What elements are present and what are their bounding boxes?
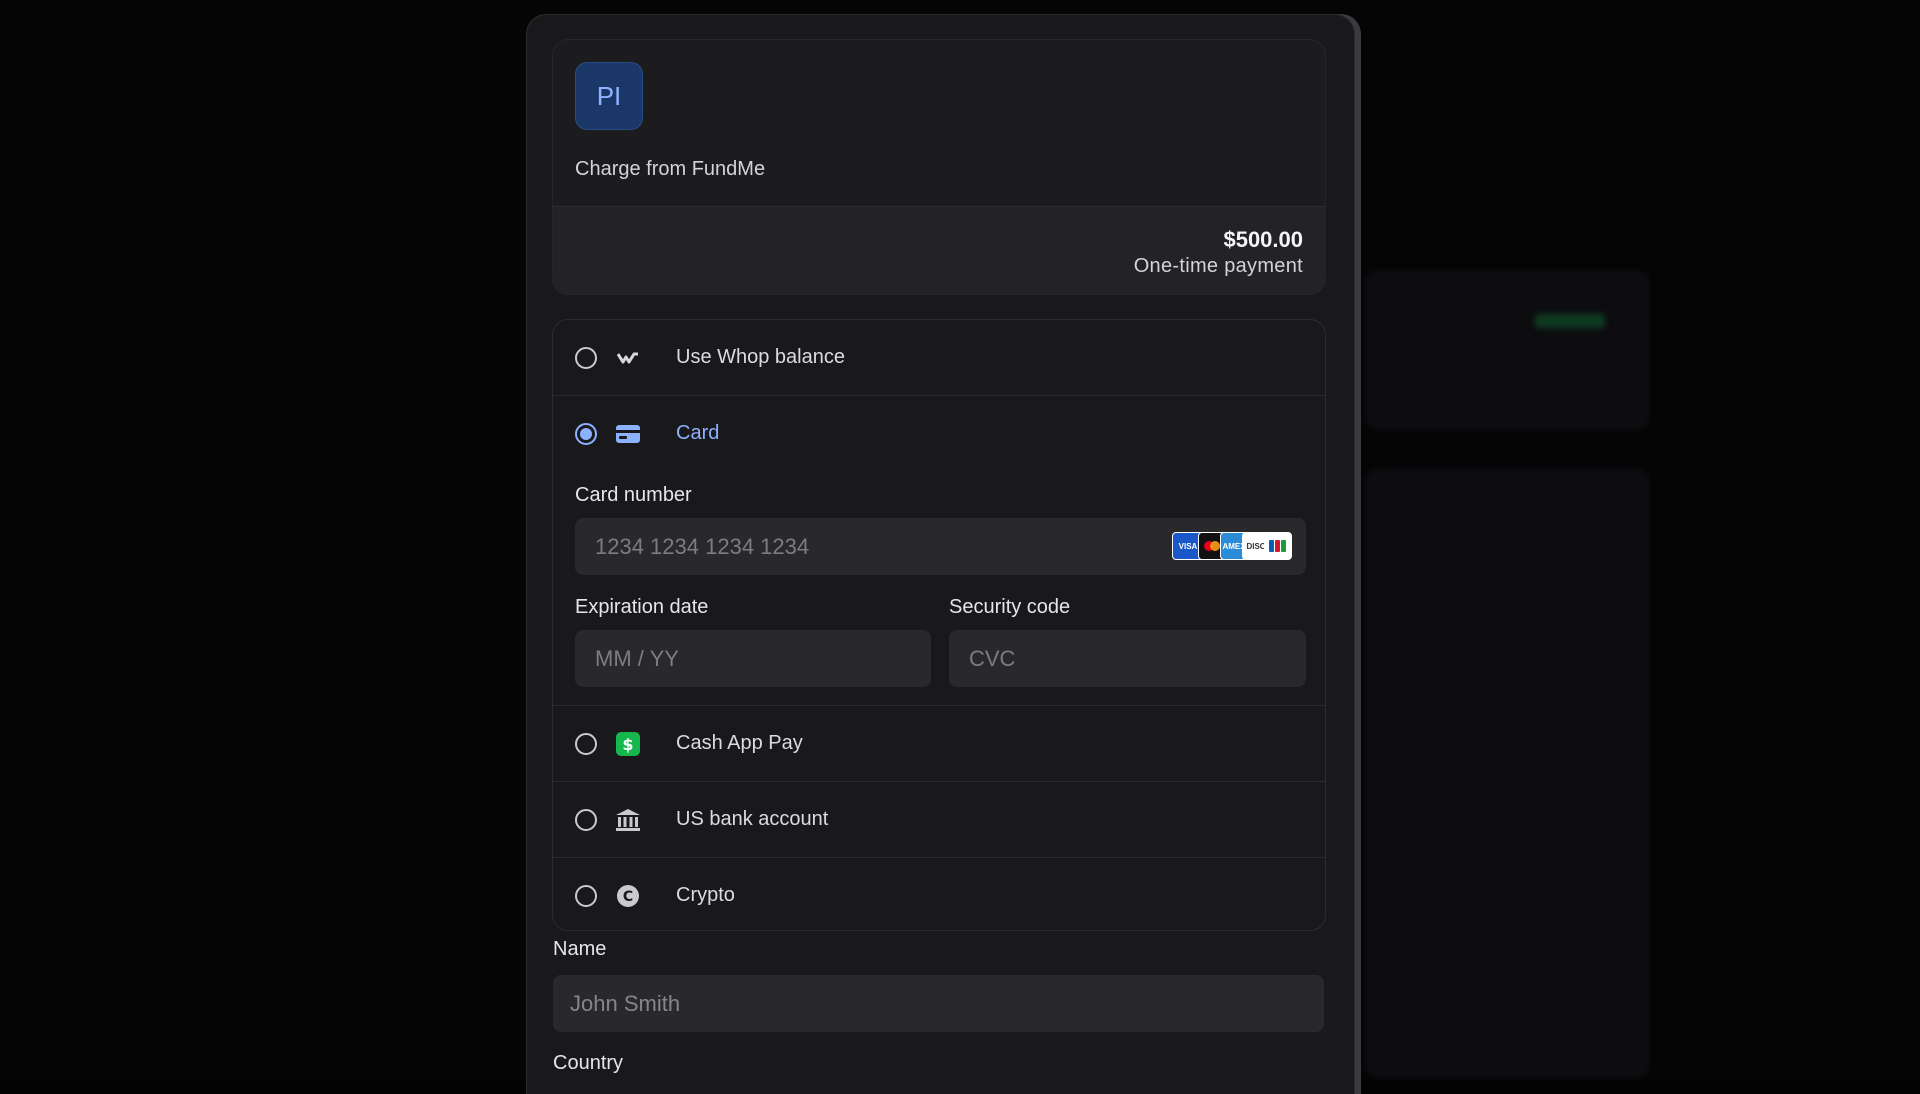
charge-description: Charge from FundMe <box>575 158 765 181</box>
svg-text:$: $ <box>622 735 633 754</box>
name-input[interactable]: John Smith <box>553 975 1324 1032</box>
card-form: Card number 1234 1234 1234 1234 VISA AME… <box>553 396 1325 706</box>
card-number-label: Card number <box>575 484 692 507</box>
crypto-label: Crypto <box>676 884 735 907</box>
method-whop-balance[interactable]: Use Whop balance <box>553 320 1325 396</box>
card-number-input[interactable]: 1234 1234 1234 1234 VISA AMEX DISC <box>575 518 1306 575</box>
checkout-modal: PI Charge from FundMe $500.00 One-time p… <box>526 14 1355 1094</box>
crypto-coin-icon: C <box>615 883 641 909</box>
country-label: Country <box>553 1052 623 1075</box>
us-bank-radio[interactable] <box>575 809 597 831</box>
card-number-placeholder: 1234 1234 1234 1234 <box>595 534 809 559</box>
svg-text:C: C <box>623 889 633 905</box>
cash-app-label: Cash App Pay <box>676 732 803 755</box>
expiry-label: Expiration date <box>575 596 708 619</box>
expiry-input[interactable]: MM / YY <box>575 630 931 687</box>
whop-balance-radio[interactable] <box>575 347 597 369</box>
cash-app-radio[interactable] <box>575 733 597 755</box>
card-brands: VISA AMEX DISC <box>1172 532 1292 560</box>
background-panel <box>1365 270 1650 430</box>
method-cash-app[interactable]: $ Cash App Pay <box>553 706 1325 782</box>
jcb-logo-icon <box>1264 532 1292 560</box>
whop-logo-icon <box>615 345 641 371</box>
security-code-label: Security code <box>949 596 1070 619</box>
price-amount: $500.00 <box>1223 227 1303 253</box>
price-band: $500.00 One-time payment <box>553 206 1325 295</box>
method-crypto[interactable]: C Crypto <box>553 858 1325 931</box>
cash-app-icon: $ <box>615 731 641 757</box>
background-status-badge <box>1535 314 1605 328</box>
bank-icon <box>615 807 641 833</box>
crypto-radio[interactable] <box>575 885 597 907</box>
name-label: Name <box>553 938 606 961</box>
order-summary: PI Charge from FundMe $500.00 One-time p… <box>552 39 1326 295</box>
method-us-bank[interactable]: US bank account <box>553 782 1325 858</box>
background-panel <box>1365 468 1650 1078</box>
payment-frequency: One-time payment <box>1134 255 1303 278</box>
security-code-input[interactable]: CVC <box>949 630 1306 687</box>
whop-balance-label: Use Whop balance <box>676 346 845 369</box>
us-bank-label: US bank account <box>676 808 828 831</box>
merchant-logo: PI <box>575 62 643 130</box>
payment-methods: Use Whop balance Card Card number 1234 1… <box>552 319 1326 931</box>
